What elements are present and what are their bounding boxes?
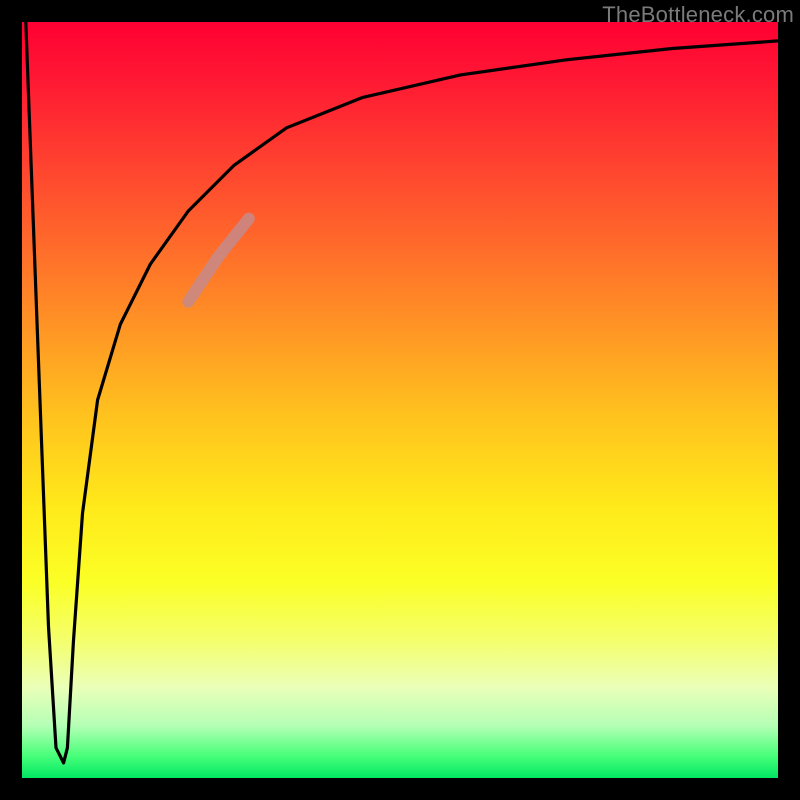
highlight-segment: [188, 219, 249, 302]
plot-area: [22, 22, 778, 778]
chart-frame: TheBottleneck.com: [0, 0, 800, 800]
bottleneck-curve: [26, 22, 778, 763]
attribution-label: TheBottleneck.com: [602, 2, 794, 28]
curve-layer: [22, 22, 778, 778]
